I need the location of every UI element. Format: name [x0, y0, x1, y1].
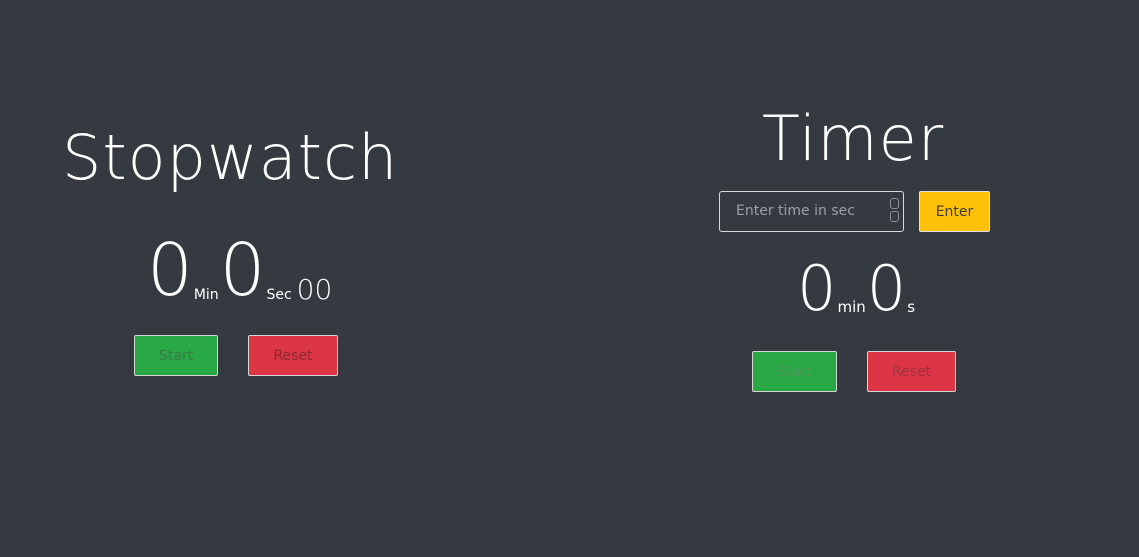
stopwatch-seconds-unit: Sec: [266, 287, 292, 303]
timer-seconds: 0: [866, 252, 907, 325]
stopwatch-reset-button[interactable]: Reset: [248, 335, 338, 376]
stopwatch-start-button[interactable]: Start: [134, 335, 218, 376]
number-spinner[interactable]: [890, 198, 899, 222]
stopwatch-controls: Start Reset: [134, 335, 338, 376]
spinner-down-icon[interactable]: [890, 211, 899, 222]
stopwatch-centiseconds: 00: [296, 273, 333, 306]
timer-controls: Start Reset: [752, 351, 956, 392]
stopwatch-minutes: 0: [147, 228, 193, 312]
timer-display: 0 min 0 s: [797, 252, 916, 320]
stopwatch-title: Stopwatch: [62, 121, 399, 194]
timer-enter-button[interactable]: Enter: [919, 191, 990, 232]
timer-start-button[interactable]: Start: [752, 351, 837, 392]
stopwatch-seconds: 0: [219, 228, 266, 312]
timer-seconds-unit: s: [907, 298, 916, 316]
timer-minutes-unit: min: [837, 298, 866, 316]
timer-input-placeholder: Enter time in sec: [736, 203, 855, 219]
stopwatch-minutes-unit: Min: [193, 287, 219, 303]
timer-reset-button[interactable]: Reset: [867, 351, 956, 392]
page: Stopwatch 0 Min 0 Sec 00 Start Reset Tim…: [0, 0, 1139, 557]
stopwatch-display: 0 Min 0 Sec 00: [147, 226, 332, 306]
timer-minutes: 0: [797, 252, 837, 325]
timer-title: Timer: [762, 102, 945, 175]
timer-input-row: Enter time in sec Enter: [719, 191, 990, 232]
spinner-up-icon[interactable]: [890, 198, 899, 209]
timer-seconds-input[interactable]: Enter time in sec: [719, 191, 904, 232]
